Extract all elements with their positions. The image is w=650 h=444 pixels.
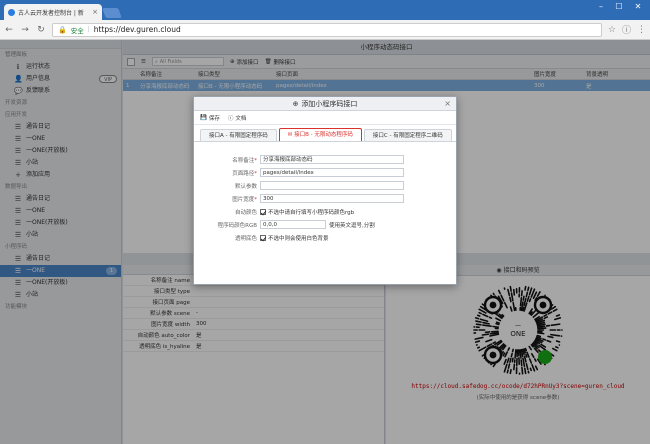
name-field[interactable]: 分享海报底部动态码 — [260, 155, 404, 164]
scene-field[interactable] — [260, 181, 404, 190]
bookmark-star-icon[interactable]: ☆ — [608, 25, 616, 35]
checkbox-checked-icon — [260, 208, 266, 215]
page-label: 页面路径* — [232, 170, 257, 177]
forward-icon[interactable]: → — [20, 25, 30, 35]
tab-b-label: 接口B - 无限动态程序码 — [294, 132, 353, 138]
form-row-width: 图片宽度* 300 — [194, 192, 458, 205]
maximize-icon[interactable]: ☐ — [612, 2, 626, 11]
browser-tabbar: 古人云开发者控制台 | 新 × – ☐ ✕ — [0, 0, 650, 20]
tab-interface-a[interactable]: 接口A - 有限固定程序码 — [200, 129, 277, 141]
save-button[interactable]: 💾 保存 — [200, 114, 220, 122]
secure-label: 安全 — [70, 26, 84, 35]
new-tab-button[interactable] — [102, 8, 122, 18]
checkbox-checked-icon — [260, 234, 266, 241]
info-icon[interactable]: ⓘ — [622, 23, 631, 36]
browser-tab[interactable]: 古人云开发者控制台 | 新 × — [4, 4, 102, 20]
dialog-toolbar: 💾 保存 ⓘ 文档 — [194, 111, 456, 125]
doc-label: 文档 — [235, 115, 247, 122]
dialog-tabs: 接口A - 有限固定程序码 ✉ 接口B - 无限动态程序码 接口C - 有限固定… — [194, 128, 456, 142]
tab-interface-b[interactable]: ✉ 接口B - 无限动态程序码 — [278, 128, 362, 141]
lock-icon: 🔒 — [58, 25, 67, 34]
doc-button[interactable]: ⓘ 文档 — [228, 114, 247, 122]
rgb-label: 程序码颜色RGB — [217, 222, 257, 229]
hyaline-label: 透明底色 — [234, 235, 257, 242]
auto-color-text: 不选中请自行填写小程序码颜色rgb — [268, 209, 355, 216]
auto-color-checkbox[interactable]: 不选中请自行填写小程序码颜色rgb — [260, 208, 354, 216]
interface-form: 名称备注* 分享海报底部动态码 页面路径* pages/detail/index… — [194, 153, 458, 244]
favicon-icon — [8, 8, 15, 16]
form-row-rgb: 程序码颜色RGB 0,0,0 使用英文逗号,分割 — [194, 218, 458, 231]
form-row-hyaline: 透明底色 不选中则会使用白色背景 — [194, 231, 458, 244]
rgb-field[interactable]: 0,0,0 — [260, 220, 326, 229]
hyaline-text: 不选中则会使用白色背景 — [268, 235, 329, 242]
scene-label: 默认参数 — [234, 183, 257, 190]
page-field[interactable]: pages/detail/index — [260, 168, 404, 177]
name-label: 名称备注* — [232, 157, 257, 164]
dialog-header: ⊕ 添加小程序码接口 × — [194, 97, 456, 111]
back-icon[interactable]: ← — [4, 25, 14, 35]
url-separator: | — [87, 26, 90, 33]
tab-interface-c[interactable]: 接口C - 有限固定程序二维码 — [363, 129, 452, 141]
menu-icon[interactable]: ⋮ — [637, 25, 646, 35]
width-label: 图片宽度* — [232, 196, 257, 203]
hyaline-checkbox[interactable]: 不选中则会使用白色背景 — [260, 234, 329, 242]
rgb-hint: 使用英文逗号,分割 — [329, 222, 375, 229]
save-label: 保存 — [208, 115, 220, 122]
form-row-auto-color: 自动颜色 不选中请自行填写小程序码颜色rgb — [194, 205, 458, 218]
width-field[interactable]: 300 — [260, 194, 404, 203]
address-bar: ← → ↻ 🔒 安全 | https://dev.guren.cloud ☆ ⓘ… — [0, 20, 650, 40]
add-circle-icon: ⊕ — [292, 99, 299, 108]
url-input[interactable]: 🔒 安全 | https://dev.guren.cloud — [52, 22, 602, 37]
dialog-close-icon[interactable]: × — [444, 99, 451, 108]
close-tab-icon[interactable]: × — [92, 8, 98, 16]
form-row-scene: 默认参数 — [194, 179, 458, 192]
reload-icon[interactable]: ↻ — [36, 25, 46, 35]
minimize-icon[interactable]: – — [594, 2, 608, 11]
dialog-title: 添加小程序码接口 — [301, 99, 358, 108]
help-icon: ⓘ — [227, 115, 234, 122]
browser-tab-title: 古人云开发者控制台 | 新 — [18, 9, 84, 17]
form-row-name: 名称备注* 分享海报底部动态码 — [194, 153, 458, 166]
window-close-icon[interactable]: ✕ — [631, 2, 645, 11]
auto-color-label: 自动颜色 — [234, 209, 257, 216]
url-text: https://dev.guren.cloud — [93, 25, 181, 34]
save-icon: 💾 — [200, 114, 207, 121]
form-row-page: 页面路径* pages/detail/index — [194, 166, 458, 179]
add-interface-dialog: ⊕ 添加小程序码接口 × 💾 保存 ⓘ 文档 接口A - 有限固定程序码 ✉ 接… — [193, 96, 457, 285]
